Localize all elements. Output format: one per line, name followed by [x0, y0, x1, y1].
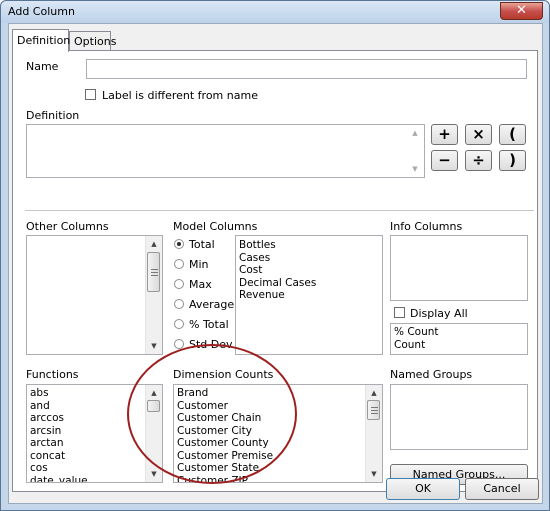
- ok-button[interactable]: OK: [386, 478, 460, 500]
- list-item[interactable]: Customer: [174, 400, 382, 413]
- definition-label: Definition: [26, 109, 80, 122]
- multiply-button[interactable]: ×: [465, 124, 492, 145]
- scroll-down-icon[interactable]: ▼: [146, 467, 162, 481]
- radio-total-label: Total: [189, 238, 215, 251]
- radio-average-label: Average: [189, 298, 235, 311]
- scroll-up-icon[interactable]: ▲: [146, 237, 162, 251]
- list-item[interactable]: % Count: [391, 326, 527, 339]
- divide-button[interactable]: ÷: [465, 150, 492, 171]
- scroll-up-icon[interactable]: ▲: [407, 126, 423, 140]
- dimension-counts-list[interactable]: Brand Customer Customer Chain Customer C…: [173, 384, 383, 483]
- info-columns-label: Info Columns: [390, 220, 463, 233]
- radio-min-label: Min: [189, 258, 209, 271]
- list-item[interactable]: and: [27, 400, 162, 413]
- close-button[interactable]: ✕: [500, 2, 543, 20]
- definition-textarea[interactable]: ▲ ▼: [26, 124, 425, 178]
- list-item[interactable]: arcsin: [27, 425, 162, 438]
- label-different-checkbox[interactable]: [85, 89, 96, 100]
- scroll-up-icon[interactable]: ▲: [366, 386, 382, 400]
- list-item[interactable]: Count: [391, 339, 527, 352]
- list-item[interactable]: Customer County: [174, 437, 382, 450]
- definition-tab-panel: Name Label is different from name Defini…: [12, 50, 538, 492]
- list-item[interactable]: Customer City: [174, 425, 382, 438]
- minus-button[interactable]: −: [431, 150, 458, 171]
- radio-std-dev-label: Std Dev: [189, 338, 233, 351]
- list-item[interactable]: concat: [27, 450, 162, 463]
- list-item[interactable]: Customer Premise: [174, 450, 382, 463]
- open-paren-button[interactable]: (: [499, 124, 526, 145]
- radio-total[interactable]: [174, 239, 184, 249]
- radio-average[interactable]: [174, 299, 184, 309]
- list-item[interactable]: Decimal Cases: [236, 277, 382, 290]
- section-divider: [25, 210, 534, 211]
- info-columns-counts-list[interactable]: % Count Count: [390, 323, 528, 355]
- minus-icon: −: [438, 151, 451, 169]
- ok-button-label: OK: [415, 482, 431, 495]
- dialog-title: Add Column: [8, 5, 75, 18]
- list-item[interactable]: Customer ZIP: [174, 475, 382, 483]
- tab-options-label: Options: [74, 35, 117, 48]
- scroll-down-icon[interactable]: ▼: [146, 339, 162, 353]
- dialog-client: Definition Options Name Label is differe…: [8, 23, 543, 504]
- name-label: Name: [26, 60, 59, 73]
- radio-percent-total-label: % Total: [189, 318, 229, 331]
- title-bar[interactable]: Add Column ✕: [1, 1, 549, 23]
- cancel-button[interactable]: Cancel: [465, 478, 539, 500]
- display-all-checkbox[interactable]: [394, 307, 405, 318]
- scroll-down-icon[interactable]: ▼: [407, 162, 423, 176]
- divide-icon: ÷: [472, 151, 485, 169]
- scroll-thumb[interactable]: [147, 252, 160, 292]
- other-columns-scrollbar[interactable]: ▲ ▼: [145, 236, 162, 354]
- multiply-icon: ×: [472, 125, 485, 143]
- radio-max-label: Max: [189, 278, 212, 291]
- model-columns-list[interactable]: Bottles Cases Cost Decimal Cases Revenue: [235, 235, 383, 355]
- named-groups-label: Named Groups: [390, 368, 473, 381]
- dimension-counts-label: Dimension Counts: [173, 368, 274, 381]
- scroll-thumb[interactable]: [147, 400, 160, 412]
- display-all-label: Display All: [410, 307, 468, 320]
- functions-scrollbar[interactable]: ▲ ▼: [145, 385, 162, 482]
- other-columns-list[interactable]: ▲ ▼: [26, 235, 163, 355]
- list-item[interactable]: Brand: [174, 387, 382, 400]
- radio-max[interactable]: [174, 279, 184, 289]
- list-item[interactable]: Revenue: [236, 289, 382, 302]
- other-columns-label: Other Columns: [26, 220, 109, 233]
- cancel-button-label: Cancel: [483, 482, 521, 495]
- open-paren-icon: (: [509, 125, 516, 143]
- scroll-thumb[interactable]: [367, 400, 380, 420]
- definition-scrollbar[interactable]: ▲ ▼: [407, 125, 424, 177]
- list-item[interactable]: Cases: [236, 252, 382, 265]
- list-item[interactable]: Customer Chain: [174, 412, 382, 425]
- name-input[interactable]: [86, 59, 527, 79]
- dimension-counts-scrollbar[interactable]: ▲ ▼: [365, 385, 382, 482]
- info-columns-list[interactable]: [390, 235, 528, 301]
- list-item[interactable]: arccos: [27, 412, 162, 425]
- radio-std-dev[interactable]: [174, 339, 184, 349]
- scroll-down-icon[interactable]: ▼: [366, 467, 382, 481]
- label-different-label: Label is different from name: [102, 89, 258, 102]
- add-column-dialog: Add Column ✕ Definition Options Name Lab…: [0, 0, 550, 511]
- close-paren-icon: ): [509, 151, 516, 169]
- radio-min[interactable]: [174, 259, 184, 269]
- plus-button[interactable]: +: [431, 124, 458, 145]
- tab-definition-label: Definition: [17, 34, 71, 47]
- model-columns-label: Model Columns: [173, 220, 258, 233]
- list-item[interactable]: arctan: [27, 437, 162, 450]
- functions-list[interactable]: abs and arccos arcsin arctan concat cos …: [26, 384, 163, 483]
- functions-label: Functions: [26, 368, 79, 381]
- close-icon: ✕: [516, 3, 527, 18]
- list-item[interactable]: Bottles: [236, 239, 382, 252]
- scroll-up-icon[interactable]: ▲: [146, 386, 162, 400]
- list-item[interactable]: Customer State: [174, 462, 382, 475]
- close-paren-button[interactable]: ): [499, 150, 526, 171]
- list-item[interactable]: Cost: [236, 264, 382, 277]
- list-item[interactable]: cos: [27, 462, 162, 475]
- tab-options[interactable]: Options: [69, 31, 116, 51]
- list-item[interactable]: date_value: [27, 475, 162, 483]
- named-groups-list[interactable]: [390, 384, 528, 450]
- plus-icon: +: [438, 125, 451, 143]
- radio-percent-total[interactable]: [174, 319, 184, 329]
- list-item[interactable]: abs: [27, 387, 162, 400]
- tab-definition[interactable]: Definition: [12, 29, 71, 52]
